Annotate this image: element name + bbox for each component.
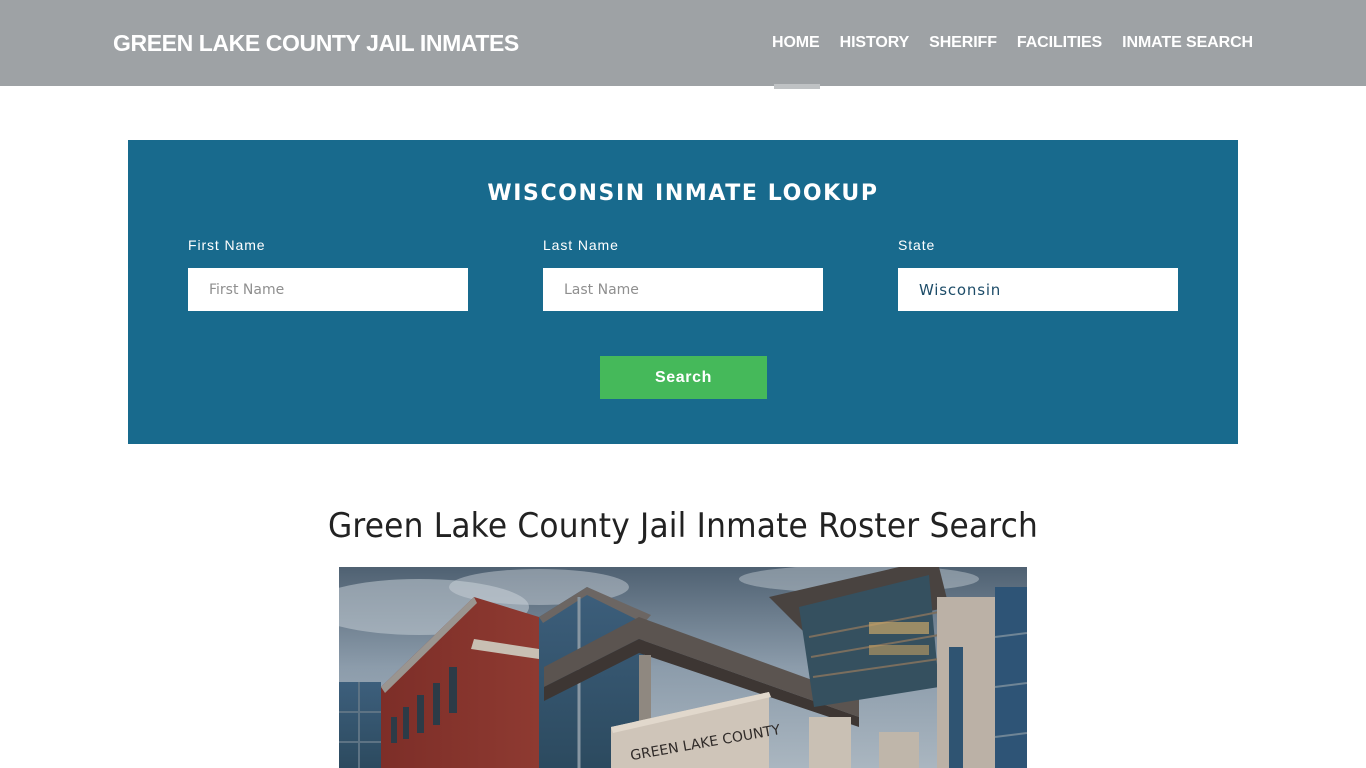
site-header: GREEN LAKE COUNTY JAIL INMATES HOME HIST… (0, 0, 1366, 89)
building-photo: GREEN LAKE COUNTY (339, 567, 1027, 768)
nav-item-inmate-search[interactable]: INMATE SEARCH (1112, 0, 1253, 86)
page-title: Green Lake County Jail Inmate Roster Sea… (327, 506, 1039, 546)
last-name-group: Last Name (543, 236, 823, 311)
site-brand-link[interactable]: GREEN LAKE COUNTY JAIL INMATES (113, 30, 519, 57)
building-illustration: GREEN LAKE COUNTY (339, 567, 1027, 768)
first-name-input[interactable] (188, 268, 468, 311)
nav-item-home[interactable]: HOME (762, 0, 830, 89)
state-input[interactable] (898, 268, 1178, 311)
state-label: State (898, 237, 936, 253)
first-name-label: First Name (188, 237, 266, 253)
nav-item-sheriff[interactable]: SHERIFF (919, 0, 1007, 86)
first-name-group: First Name (188, 236, 468, 311)
last-name-input[interactable] (543, 268, 823, 311)
last-name-label: Last Name (543, 237, 619, 253)
nav-item-facilities[interactable]: FACILITIES (1007, 0, 1112, 86)
nav-item-history[interactable]: HISTORY (830, 0, 920, 86)
search-button[interactable]: Search (600, 356, 767, 399)
lookup-title: WISCONSIN INMATE LOOKUP (487, 181, 879, 206)
state-group: State (898, 236, 1178, 311)
main-nav: HOME HISTORY SHERIFF FACILITIES INMATE S… (762, 0, 1253, 89)
